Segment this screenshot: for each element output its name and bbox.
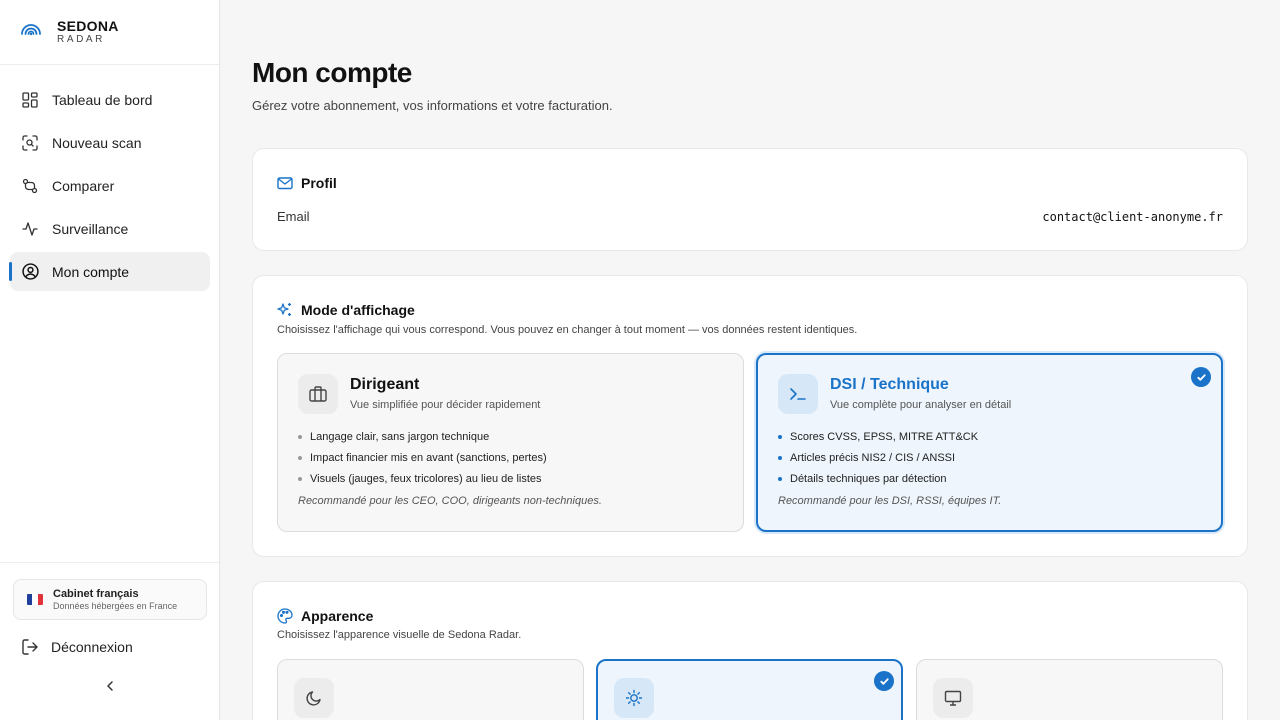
sidebar-item-surveillance[interactable]: Surveillance <box>10 209 210 248</box>
selected-check-icon <box>874 671 894 691</box>
logout-label: Déconnexion <box>51 639 133 655</box>
sidebar-item-dashboard[interactable]: Tableau de bord <box>10 80 210 119</box>
page-subtitle: Gérez votre abonnement, vos informations… <box>252 98 613 113</box>
hosting-badge-title: Cabinet français <box>53 587 139 600</box>
appearance-description: Choisissez l'apparence visuelle de Sedon… <box>277 629 522 641</box>
scan-icon <box>21 134 39 152</box>
display-mode-title: Mode d'affichage <box>277 302 415 318</box>
hosting-badge-sub: Données hébergées en France <box>53 600 178 611</box>
sidebar: SEDONA RADAR Tableau de bord Nouveau sca… <box>0 0 220 720</box>
mode-tagline: Vue simplifiée pour décider rapidement <box>350 399 541 411</box>
list-item: Détails techniques par détection <box>778 468 978 489</box>
appearance-card: Apparence Choisissez l'apparence visuell… <box>252 581 1248 720</box>
sun-icon <box>614 678 654 718</box>
mode-option-dirigeant[interactable]: Dirigeant Vue simplifiée pour décider ra… <box>277 353 744 532</box>
email-row: Email contact@client-anonyme.fr <box>277 209 1223 224</box>
theme-option-light[interactable] <box>596 659 903 720</box>
sidebar-item-label: Tableau de bord <box>52 91 153 108</box>
mode-feature-list: Langage clair, sans jargon technique Imp… <box>298 426 547 489</box>
mode-recommendation: Recommandé pour les CEO, COO, dirigeants… <box>298 495 602 507</box>
email-label: Email <box>277 209 310 224</box>
sidebar-footer: Cabinet français Données hébergées en Fr… <box>0 562 219 720</box>
theme-option-system[interactable] <box>916 659 1223 720</box>
page-title: Mon compte <box>252 57 412 88</box>
display-mode-description: Choisissez l'affichage qui vous correspo… <box>277 324 858 336</box>
user-circle-icon <box>21 263 39 281</box>
list-item: Langage clair, sans jargon technique <box>298 426 547 447</box>
list-item: Scores CVSS, EPSS, MITRE ATT&CK <box>778 426 978 447</box>
brand-sub: RADAR <box>57 33 106 45</box>
mode-feature-list: Scores CVSS, EPSS, MITRE ATT&CK Articles… <box>778 426 978 489</box>
appearance-title: Apparence <box>277 608 373 624</box>
briefcase-icon <box>298 374 338 414</box>
moon-icon <box>294 678 334 718</box>
dashboard-icon <box>21 91 39 109</box>
display-mode-card: Mode d'affichage Choisissez l'affichage … <box>252 275 1248 557</box>
profile-card: Profil Email contact@client-anonyme.fr <box>252 148 1248 251</box>
mode-tagline: Vue complète pour analyser en détail <box>830 399 1012 411</box>
mode-recommendation: Recommandé pour les DSI, RSSI, équipes I… <box>778 495 1002 507</box>
selected-check-icon <box>1191 367 1211 387</box>
collapse-sidebar-icon[interactable] <box>103 679 117 693</box>
france-flag-icon <box>27 594 43 605</box>
list-item: Articles précis NIS2 / CIS / ANSSI <box>778 447 978 468</box>
sidebar-item-account[interactable]: Mon compte <box>9 252 210 291</box>
sidebar-nav: Tableau de bord Nouveau scan Comparer Su… <box>0 65 219 291</box>
palette-icon <box>277 608 293 624</box>
list-item: Visuels (jauges, feux tricolores) au lie… <box>298 468 547 489</box>
compare-icon <box>21 177 39 195</box>
mode-name: Dirigeant <box>350 376 420 393</box>
sidebar-item-label: Nouveau scan <box>52 134 142 151</box>
main-content: Mon compte Gérez votre abonnement, vos i… <box>220 0 1280 720</box>
sidebar-item-new-scan[interactable]: Nouveau scan <box>10 123 210 162</box>
brand[interactable]: SEDONA RADAR <box>0 0 219 65</box>
mail-icon <box>277 175 293 191</box>
activity-icon <box>21 220 39 238</box>
terminal-icon <box>778 374 818 414</box>
mode-option-dsi[interactable]: DSI / Technique Vue complète pour analys… <box>756 353 1223 532</box>
mode-name: DSI / Technique <box>830 376 949 393</box>
sidebar-item-label: Surveillance <box>52 220 129 237</box>
sparkles-icon <box>277 302 293 318</box>
radar-logo-icon <box>21 24 41 36</box>
brand-name: SEDONA <box>57 17 119 34</box>
sidebar-item-label: Comparer <box>52 177 115 194</box>
list-item: Impact financier mis en avant (sanctions… <box>298 447 547 468</box>
theme-option-dark[interactable] <box>277 659 584 720</box>
sidebar-item-label: Mon compte <box>52 263 130 280</box>
logout-button[interactable]: Déconnexion <box>21 638 133 656</box>
hosting-badge: Cabinet français Données hébergées en Fr… <box>13 579 207 620</box>
logout-icon <box>22 639 38 655</box>
profile-card-title: Profil <box>277 175 337 191</box>
monitor-icon <box>933 678 973 718</box>
email-value: contact@client-anonyme.fr <box>1042 209 1223 224</box>
sidebar-item-compare[interactable]: Comparer <box>10 166 210 205</box>
